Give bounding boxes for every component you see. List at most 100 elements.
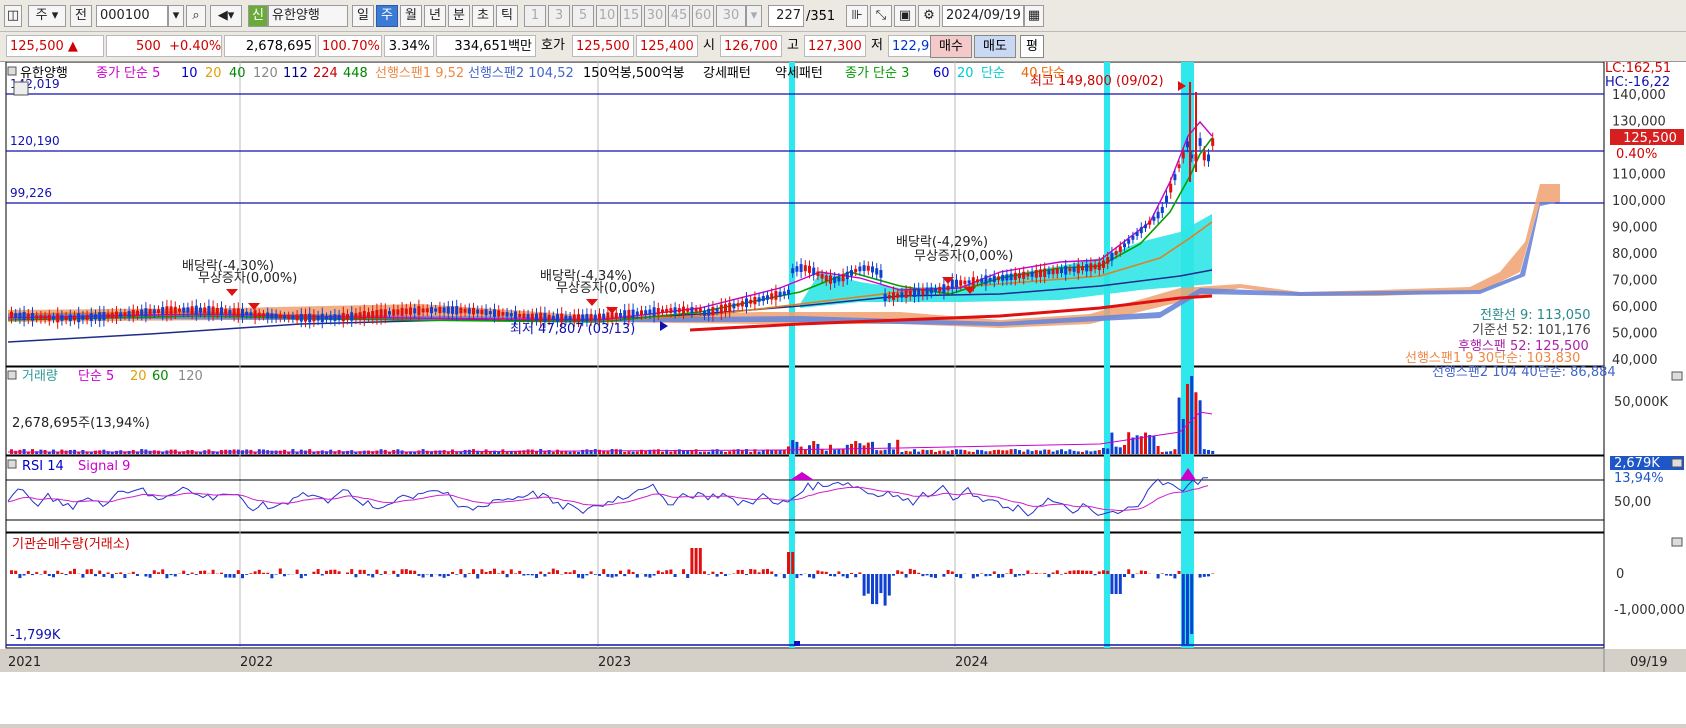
inst-bar — [438, 574, 441, 576]
legend-item[interactable]: 112 — [283, 66, 308, 81]
inst-bar — [39, 574, 42, 575]
candle — [451, 306, 454, 313]
legend-item[interactable]: 120 — [253, 66, 278, 81]
period-tick[interactable]: 틱 — [496, 5, 518, 27]
period-minute[interactable]: 분 — [448, 5, 470, 27]
candle — [787, 290, 790, 295]
legend-item[interactable]: 단순 — [981, 66, 1005, 81]
candle — [871, 266, 874, 272]
volume-legend-item[interactable]: 거래량 — [22, 369, 58, 384]
candle — [548, 315, 551, 320]
stock-name[interactable]: 유한양행 — [268, 5, 348, 27]
legend-item[interactable]: 종가 단순 3 — [845, 66, 909, 81]
volume-legend-item[interactable]: 60 — [152, 369, 169, 384]
volume-legend-item[interactable]: 120 — [178, 369, 203, 384]
open-price: 126,700 — [720, 35, 782, 57]
inst-bar — [174, 574, 177, 576]
interval-5[interactable]: 5 — [572, 5, 594, 27]
legend-item[interactable]: 선행스팬2 104,52 — [468, 65, 574, 81]
candle — [1094, 264, 1097, 269]
candle — [186, 307, 189, 312]
volume-bar — [669, 452, 672, 454]
inst-bar — [1098, 571, 1101, 574]
inst-bar — [1161, 573, 1164, 574]
buy-button[interactable]: 매수 — [930, 35, 972, 58]
stock-code-input[interactable]: 000100 — [96, 5, 168, 27]
legend-item[interactable]: 강세패턴 — [703, 66, 751, 81]
legend-item[interactable]: 단순 — [1041, 66, 1065, 81]
search-icon[interactable]: ⌕ — [186, 5, 206, 27]
period-second[interactable]: 초 — [472, 5, 494, 27]
chart-area[interactable]: 142,019 120,190 99,226 배당락(-4,30%) 무상증자(… — [0, 62, 1686, 724]
code-dropdown-icon[interactable]: ▾ — [168, 5, 184, 27]
sell-button[interactable]: 매도 — [974, 35, 1016, 58]
legend-item[interactable]: 20 — [957, 66, 974, 81]
rsi-legend-item[interactable]: RSI 14 — [22, 459, 64, 474]
event-label-6: 무상증자(0,00%) — [914, 249, 1013, 264]
panel-table-icon[interactable] — [14, 82, 28, 95]
interval-1[interactable]: 1 — [524, 5, 546, 27]
legend-item[interactable]: 60 — [933, 66, 950, 81]
interval-30[interactable]: 30 — [644, 5, 666, 27]
volume-bar — [800, 447, 803, 454]
prev-button[interactable]: 전 — [70, 5, 92, 27]
legend-item[interactable]: 40 — [1021, 66, 1038, 81]
legend-item[interactable]: 448 — [343, 66, 368, 81]
candle — [896, 293, 899, 297]
period-day[interactable]: 일 — [352, 5, 374, 27]
speaker-icon[interactable]: ◀▾ — [210, 5, 242, 27]
inst-bar — [1089, 571, 1092, 574]
candle-icon[interactable]: ⊪ — [846, 5, 868, 27]
inst-bar — [850, 573, 853, 574]
legend-item[interactable]: 150억봉,500억봉 — [583, 66, 685, 81]
avg-button[interactable]: 평 — [1020, 35, 1044, 58]
interval-15[interactable]: 15 — [620, 5, 642, 27]
save-icon[interactable]: ▣ — [894, 5, 916, 27]
legend-item[interactable]: 종가 단순 5 — [96, 66, 160, 81]
inst-bar — [10, 570, 13, 574]
gear-icon[interactable]: ⚙ — [918, 5, 940, 27]
calendar-icon[interactable]: ▦ — [1024, 5, 1044, 27]
period-year[interactable]: 년 — [424, 5, 446, 27]
inst-bar — [665, 570, 668, 574]
draw-tool-icon[interactable]: ⤡ — [870, 5, 892, 27]
legend-item[interactable]: 224 — [313, 66, 338, 81]
volume-bar — [1047, 450, 1050, 454]
date-input[interactable]: 2024/09/19 — [942, 5, 1024, 27]
interval-dropdown-icon[interactable]: ▾ — [746, 5, 762, 27]
legend-item[interactable]: 20 — [205, 66, 222, 81]
ichimoku-label: 선행스팬1 9 30단순: 103,830 — [1405, 350, 1580, 366]
inst-bar — [170, 574, 173, 575]
candle — [577, 314, 580, 321]
period-month[interactable]: 월 — [400, 5, 422, 27]
legend-item[interactable]: 40 — [229, 66, 246, 81]
volume-legend-item[interactable]: 단순 5 — [78, 369, 114, 384]
legend-item[interactable]: 10 — [181, 66, 198, 81]
legend-item[interactable]: 유한양행 — [20, 65, 68, 81]
volume-bar — [661, 452, 664, 454]
volume-bar — [627, 451, 630, 454]
layout-icon[interactable]: ◫ — [4, 5, 22, 27]
period-week[interactable]: 주 — [376, 5, 398, 27]
interval-45[interactable]: 45 — [668, 5, 690, 27]
candle — [1152, 217, 1155, 221]
interval-60[interactable]: 60 — [692, 5, 714, 27]
volume-legend-item[interactable]: 20 — [130, 369, 147, 384]
candle — [312, 315, 315, 322]
legend-item[interactable]: 약세패턴 — [775, 66, 823, 81]
candle — [430, 307, 433, 313]
legend-item[interactable]: 선행스팬1 9,52 — [375, 65, 464, 81]
inst-bar — [947, 570, 950, 574]
candle — [409, 307, 412, 314]
count-input[interactable]: 227 — [768, 5, 804, 27]
candle — [644, 310, 647, 314]
market-select[interactable]: 주 ▾ — [28, 5, 66, 27]
interval-10[interactable]: 10 — [596, 5, 618, 27]
interval-custom[interactable]: 30 — [716, 5, 746, 27]
inst-bar — [900, 572, 903, 574]
inst-bar — [795, 574, 798, 578]
candle — [10, 312, 13, 318]
volume-bar — [905, 451, 908, 454]
rsi-legend-item[interactable]: Signal 9 — [78, 459, 130, 474]
interval-3[interactable]: 3 — [548, 5, 570, 27]
